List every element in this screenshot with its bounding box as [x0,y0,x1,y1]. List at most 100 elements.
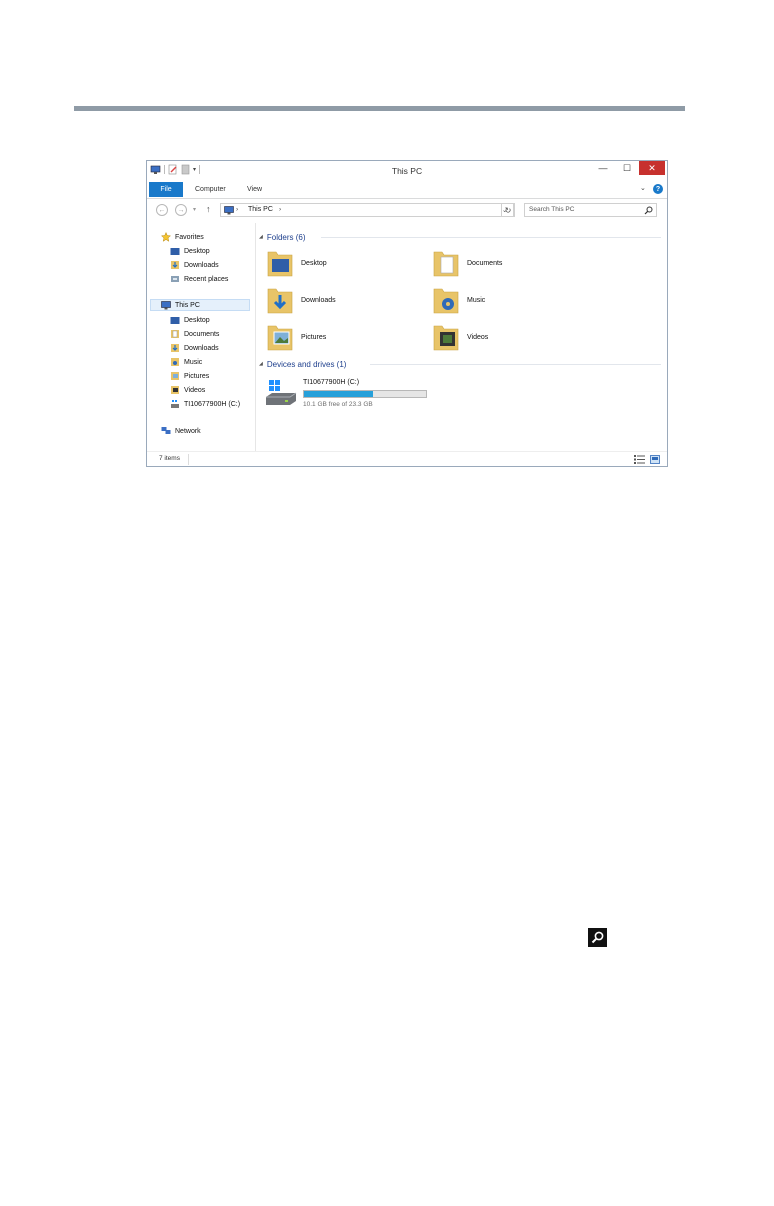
drive-icon [171,400,179,408]
tab-computer[interactable]: Computer [195,182,226,197]
folder-label: Pictures [301,333,327,341]
folder-label: Videos [467,333,489,341]
nav-favorites[interactable]: Favorites [161,231,204,243]
folder-label: Music [467,296,486,304]
nav-pc-documents[interactable]: Documents [170,328,219,340]
address-bar[interactable]: › This PC › ⌄ [220,203,514,217]
page-header-rule [74,106,685,111]
file-explorer-window: ▾ This PC — ☐ ✕ File Computer View ⌄ ? ←… [146,160,668,467]
details-view-icon[interactable] [634,455,645,464]
group-title: Folders (6) [266,232,306,242]
nav-label: Downloads [184,261,219,269]
pictures-icon [171,372,179,380]
window-title: This PC [391,166,423,176]
nav-label: Favorites [175,233,204,241]
item-count: 7 items [159,455,180,462]
maximize-button[interactable]: ☐ [615,161,639,175]
documents-icon [171,330,179,338]
nav-label: Desktop [184,316,210,324]
search-icon[interactable] [644,206,653,215]
desktop-folder-icon [267,251,293,277]
ribbon-tabs: File Computer View ⌄ ? [147,181,667,199]
navigation-pane: Favorites Desktop Downloads Recent place… [147,223,256,451]
music-folder-icon [433,288,459,314]
star-icon [161,232,171,242]
tab-file[interactable]: File [149,182,183,197]
folder-downloads[interactable]: Downloads [266,284,336,316]
back-button[interactable]: ← [156,204,168,216]
search-input[interactable]: Search This PC [524,203,657,217]
nav-network[interactable]: Network [161,425,201,437]
recent-locations-dropdown[interactable]: ▾ [193,206,196,213]
drive-usage-fill [304,391,374,397]
folder-pictures[interactable]: Pictures [266,321,326,353]
group-title: Devices and drives (1) [266,359,347,369]
nav-fav-downloads[interactable]: Downloads [170,259,219,271]
pictures-folder-icon [267,325,293,351]
collapse-triangle-icon[interactable]: ◢ [259,361,263,367]
refresh-button[interactable]: ↻ [501,203,515,217]
folder-music[interactable]: Music [432,284,485,316]
nav-pc-videos[interactable]: Videos [170,384,205,396]
drive-c[interactable]: TI10677900H (C:) 10.1 GB free of 23.3 GB [265,379,445,413]
nav-this-pc[interactable]: This PC [150,299,250,311]
desktop-icon [170,247,180,255]
breadcrumb-chevron-icon[interactable]: › [279,206,281,213]
folder-documents[interactable]: Documents [432,247,502,279]
status-bar: 7 items [147,451,667,466]
nav-fav-recent-places[interactable]: Recent places [170,273,228,285]
videos-folder-icon [433,325,459,351]
search-placeholder: Search This PC [529,206,575,213]
search-icon [588,928,607,947]
nav-pc-downloads[interactable]: Downloads [170,342,219,354]
nav-fav-desktop[interactable]: Desktop [170,245,210,257]
nav-label: Pictures [184,372,210,380]
help-icon[interactable]: ? [653,184,663,194]
tab-view[interactable]: View [247,182,262,197]
magnifier-icon [591,931,604,944]
recent-places-icon [171,276,179,282]
nav-label: Downloads [184,344,219,352]
content-pane: ◢ Folders (6) Desktop Documents Download… [257,223,665,451]
nav-label: Videos [184,386,206,394]
documents-folder-icon [433,251,459,277]
downloads-folder-icon [267,288,293,314]
group-header-folders[interactable]: ◢ Folders (6) [259,231,306,243]
close-button[interactable]: ✕ [639,161,665,175]
windows-drive-icon [266,380,297,405]
nav-pc-music[interactable]: Music [170,356,202,368]
nav-pc-pictures[interactable]: Pictures [170,370,209,382]
folder-desktop[interactable]: Desktop [266,247,327,279]
minimize-button[interactable]: — [591,161,615,175]
network-icon [161,427,171,434]
group-divider [321,237,661,238]
navigation-bar: ← → ▾ ↑ › This PC › ⌄ ↻ Search This PC [147,199,667,221]
group-header-devices[interactable]: ◢ Devices and drives (1) [259,358,346,370]
nav-label: Recent places [184,275,229,283]
folder-label: Documents [467,259,503,267]
group-divider [370,364,661,365]
nav-pc-drive[interactable]: TI10677900H (C:) [170,398,240,410]
this-pc-icon [161,300,171,309]
this-pc-icon [224,206,234,215]
nav-label: This PC [175,301,200,309]
large-icons-view-icon[interactable] [650,455,660,464]
title-bar: ▾ This PC — ☐ ✕ [147,161,667,181]
nav-label: Music [184,358,203,366]
collapse-triangle-icon[interactable]: ◢ [259,234,263,240]
folder-videos[interactable]: Videos [432,321,488,353]
expand-ribbon-chevron-icon[interactable]: ⌄ [640,184,646,192]
breadcrumb-chevron-icon[interactable]: › [236,206,238,213]
drive-free-space: 10.1 GB free of 23.3 GB [303,401,373,408]
music-icon [171,358,179,366]
nav-label: Desktop [184,247,210,255]
breadcrumb-this-pc[interactable]: This PC [248,206,273,213]
nav-label: Documents [184,330,220,338]
nav-pc-desktop[interactable]: Desktop [170,314,210,326]
drive-name: TI10677900H (C:) [303,379,360,386]
drive-usage-bar [303,390,427,398]
downloads-icon [171,344,179,352]
up-button[interactable]: ↑ [206,204,211,214]
forward-button[interactable]: → [175,204,187,216]
folder-label: Downloads [301,296,336,304]
